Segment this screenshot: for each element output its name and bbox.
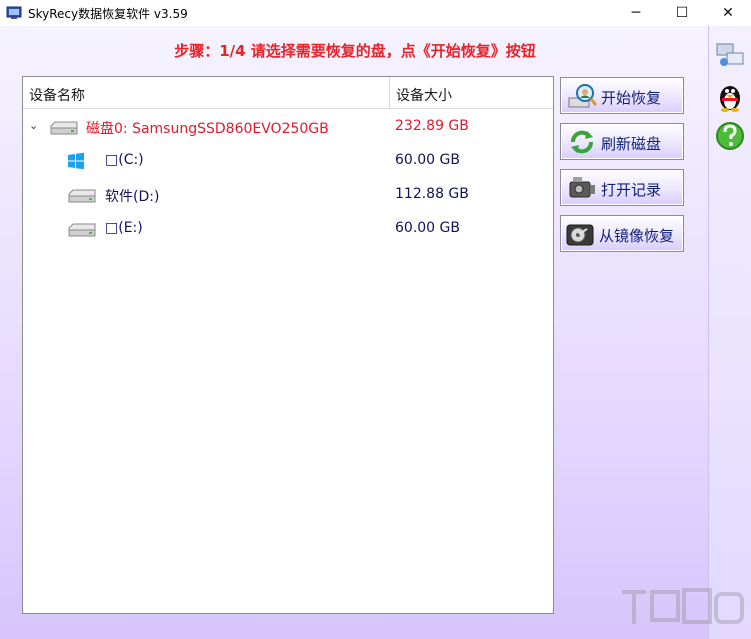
app-icon [6, 6, 22, 19]
start-recovery-button[interactable]: 开始恢复 [560, 77, 684, 114]
column-device-size[interactable]: 设备大小 [396, 85, 452, 105]
close-icon: ✕ [722, 5, 734, 21]
refresh-icon [571, 130, 593, 154]
title-bar: SkyRecy数据恢复软件 v3.59 ─ ☐ ✕ [0, 0, 751, 26]
window-title: SkyRecy数据恢复软件 v3.59 [28, 7, 188, 21]
magnifier-person-icon [568, 84, 597, 108]
volume-name-c: □(C:) [105, 152, 144, 168]
network-icon[interactable] [714, 38, 746, 70]
minimize-icon: ─ [631, 5, 641, 21]
side-toolbar [708, 26, 751, 639]
disk-size: 232.89 GB [395, 118, 469, 134]
volume-size-d: 112.88 GB [395, 186, 469, 202]
qq-penguin-icon[interactable] [714, 80, 746, 112]
windows-logo-icon [68, 152, 84, 170]
close-button[interactable]: ✕ [705, 0, 751, 26]
column-device-name[interactable]: 设备名称 [29, 85, 85, 105]
minimize-button[interactable]: ─ [613, 0, 659, 26]
device-list[interactable]: 设备名称 设备大小 ⌄ 磁盘0: SamsungSSD860EVO250GB 2… [22, 76, 554, 614]
disk-row[interactable]: ⌄ 磁盘0: SamsungSSD860EVO250GB 232.89 GB [23, 110, 553, 144]
image-recovery-button[interactable]: 从镜像恢复 [560, 215, 684, 252]
disk-image-icon [566, 224, 594, 246]
image-recovery-label: 从镜像恢复 [599, 227, 675, 245]
volume-row-d[interactable]: 软件(D:) 112.88 GB [23, 178, 553, 212]
column-divider[interactable] [389, 77, 390, 109]
help-icon[interactable] [714, 120, 746, 152]
disk-name: 磁盘0: SamsungSSD860EVO250GB [86, 121, 329, 137]
volume-row-e[interactable]: □(E:) 60.00 GB [23, 212, 553, 246]
volume-size-e: 60.00 GB [395, 220, 460, 236]
collapse-chevron-icon[interactable]: ⌄ [29, 119, 38, 132]
maximize-icon: ☐ [675, 5, 689, 21]
column-header: 设备名称 设备大小 [23, 77, 553, 109]
volume-name-d: 软件(D:) [105, 189, 160, 205]
open-records-button[interactable]: 打开记录 [560, 169, 684, 206]
hard-drive-icon [50, 121, 78, 135]
volume-name-e: □(E:) [105, 220, 143, 236]
open-records-label: 打开记录 [601, 181, 662, 199]
drive-icon [68, 189, 96, 203]
main-window: 步骤：1/4 请选择需要恢复的盘，点《开始恢复》按钮 设备名称 设备大小 ⌄ 磁… [0, 26, 751, 639]
start-recovery-label: 开始恢复 [601, 89, 662, 107]
refresh-disks-label: 刷新磁盘 [601, 135, 662, 153]
recorder-icon [569, 177, 595, 198]
step-instruction: 步骤：1/4 请选择需要恢复的盘，点《开始恢复》按钮 [174, 42, 536, 60]
refresh-disks-button[interactable]: 刷新磁盘 [560, 123, 684, 160]
volume-size-c: 60.00 GB [395, 152, 460, 168]
maximize-button[interactable]: ☐ [659, 0, 705, 26]
watermark-logo [622, 588, 744, 624]
volume-row-c[interactable]: □(C:) 60.00 GB [23, 144, 553, 178]
drive-icon [68, 223, 96, 237]
